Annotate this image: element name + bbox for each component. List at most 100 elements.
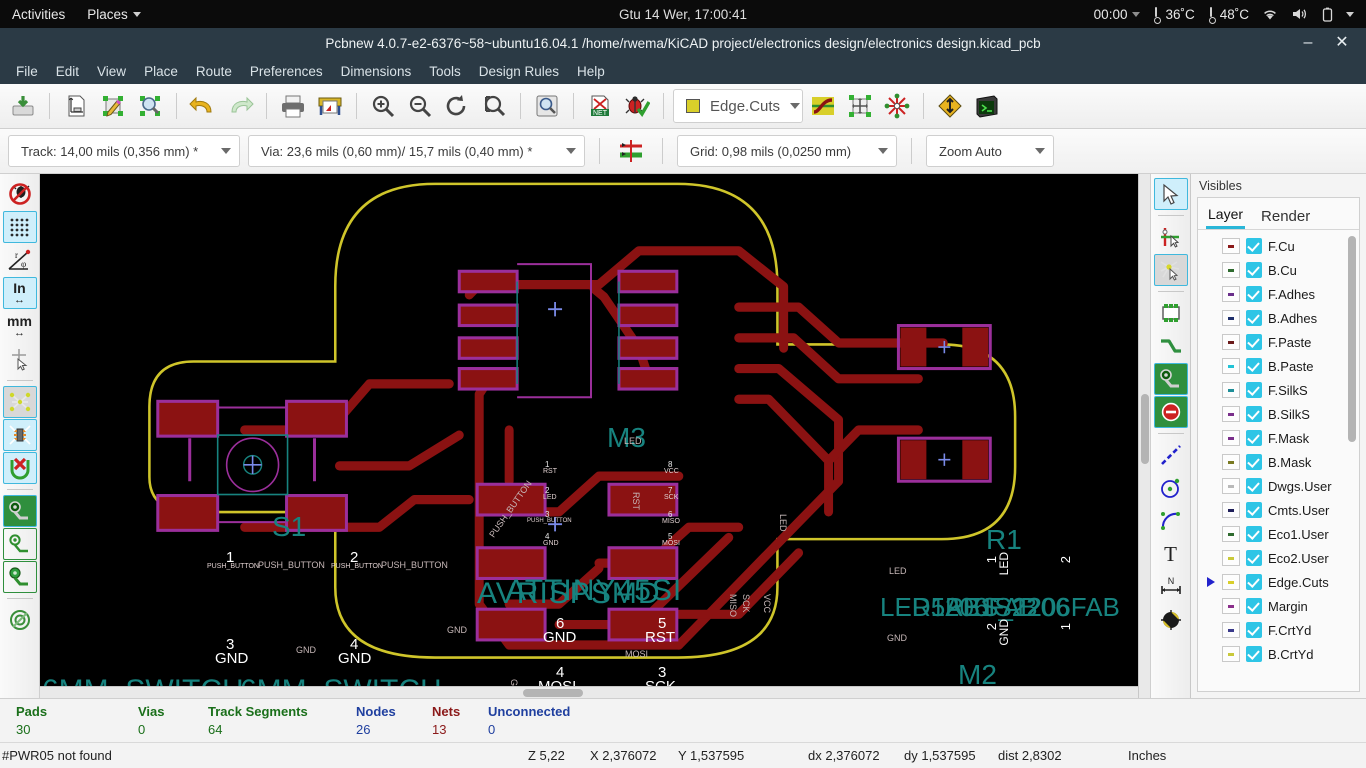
layer-visibility-checkbox[interactable] bbox=[1246, 550, 1262, 566]
layer-visibility-checkbox[interactable] bbox=[1246, 310, 1262, 326]
open-module-viewer-icon[interactable] bbox=[133, 88, 167, 124]
layer-color-chip[interactable] bbox=[1222, 358, 1240, 374]
layer-visibility-checkbox[interactable] bbox=[1246, 358, 1262, 374]
mode-track-icon[interactable] bbox=[843, 88, 877, 124]
tab-layer[interactable]: Layer bbox=[1206, 204, 1245, 229]
module-ratsnest-icon[interactable] bbox=[3, 419, 37, 451]
polar-coords-icon[interactable]: rφ bbox=[3, 244, 37, 276]
places-menu[interactable]: Places bbox=[87, 7, 141, 22]
layer-row-f-cu[interactable]: F.Cu bbox=[1198, 234, 1359, 258]
plot-icon[interactable] bbox=[313, 88, 347, 124]
layer-visibility-checkbox[interactable] bbox=[1246, 598, 1262, 614]
layer-color-chip[interactable] bbox=[1222, 598, 1240, 614]
layer-row-f-mask[interactable]: F.Mask bbox=[1198, 426, 1359, 450]
drc-icon[interactable] bbox=[620, 88, 654, 124]
layer-visibility-checkbox[interactable] bbox=[1246, 526, 1262, 542]
3d-viewer-icon[interactable] bbox=[970, 88, 1004, 124]
highlight-net-icon[interactable] bbox=[1154, 221, 1188, 253]
menu-item-place[interactable]: Place bbox=[135, 61, 187, 82]
highcontrast-icon[interactable] bbox=[933, 88, 967, 124]
layer-row-eco2-user[interactable]: Eco2.User bbox=[1198, 546, 1359, 570]
zoom-select[interactable]: Zoom Auto bbox=[926, 135, 1054, 167]
add-track-icon[interactable] bbox=[1154, 330, 1188, 362]
show-ratsnest-icon[interactable] bbox=[880, 88, 914, 124]
layer-select-combo[interactable]: Edge.Cuts bbox=[673, 89, 803, 123]
grid-select[interactable]: Grid: 0,98 mils (0,0250 mm) bbox=[677, 135, 897, 167]
layer-visibility-checkbox[interactable] bbox=[1246, 238, 1262, 254]
layer-row-margin[interactable]: Margin bbox=[1198, 594, 1359, 618]
layer-color-chip[interactable] bbox=[1222, 478, 1240, 494]
menu-item-route[interactable]: Route bbox=[187, 61, 241, 82]
add-zone-icon[interactable] bbox=[1154, 363, 1188, 395]
vertical-scrollbar[interactable] bbox=[1138, 174, 1150, 698]
add-footprint-icon[interactable] bbox=[1154, 297, 1188, 329]
print-icon[interactable] bbox=[276, 88, 310, 124]
layer-visibility-checkbox[interactable] bbox=[1246, 478, 1262, 494]
page-settings-icon[interactable] bbox=[59, 88, 93, 124]
layer-color-chip[interactable] bbox=[1222, 334, 1240, 350]
menu-item-dimensions[interactable]: Dimensions bbox=[332, 61, 421, 82]
component-r1[interactable] bbox=[898, 326, 990, 369]
layer-row-dwgs-user[interactable]: Dwgs.User bbox=[1198, 474, 1359, 498]
menu-item-view[interactable]: View bbox=[88, 61, 135, 82]
layer-color-chip[interactable] bbox=[1222, 646, 1240, 662]
layer-list[interactable]: F.Cu B.Cu F.Adhes bbox=[1198, 230, 1359, 691]
layer-visibility-checkbox[interactable] bbox=[1246, 502, 1262, 518]
layer-row-b-paste[interactable]: B.Paste bbox=[1198, 354, 1359, 378]
layer-visibility-checkbox[interactable] bbox=[1246, 574, 1262, 590]
layer-visibility-checkbox[interactable] bbox=[1246, 430, 1262, 446]
add-text-icon[interactable]: T bbox=[1154, 538, 1188, 570]
zoom-fit-icon[interactable] bbox=[477, 88, 511, 124]
menu-item-file[interactable]: File bbox=[7, 61, 47, 82]
layer-visibility-checkbox[interactable] bbox=[1246, 622, 1262, 638]
open-module-editor-icon[interactable] bbox=[96, 88, 130, 124]
zoom-redraw-icon[interactable] bbox=[440, 88, 474, 124]
via-size-select[interactable]: Via: 23,6 mils (0,60 mm)/ 15,7 mils (0,4… bbox=[248, 135, 585, 167]
units-mm-icon[interactable]: mm ↔ bbox=[3, 310, 37, 342]
layer-row-f-crtyd[interactable]: F.CrtYd bbox=[1198, 618, 1359, 642]
show-zone-unfilled-icon[interactable] bbox=[3, 561, 37, 593]
layer-list-scrollbar[interactable] bbox=[1348, 236, 1356, 442]
layer-visibility-checkbox[interactable] bbox=[1246, 334, 1262, 350]
layer-color-chip[interactable] bbox=[1222, 310, 1240, 326]
layer-row-eco1-user[interactable]: Eco1.User bbox=[1198, 522, 1359, 546]
horizontal-scroll-thumb[interactable] bbox=[523, 689, 583, 697]
layer-color-chip[interactable] bbox=[1222, 622, 1240, 638]
units-inches-icon[interactable]: In ↔ bbox=[3, 277, 37, 309]
cursor-shape-icon[interactable] bbox=[3, 343, 37, 375]
layer-row-f-paste[interactable]: F.Paste bbox=[1198, 330, 1359, 354]
layer-row-b-adhes[interactable]: B.Adhes bbox=[1198, 306, 1359, 330]
layer-visibility-checkbox[interactable] bbox=[1246, 406, 1262, 422]
save-board-icon[interactable] bbox=[6, 88, 40, 124]
layer-color-chip[interactable] bbox=[1222, 526, 1240, 542]
track-width-select[interactable]: Track: 14,00 mils (0,356 mm) * bbox=[8, 135, 240, 167]
volume-icon[interactable] bbox=[1291, 7, 1309, 21]
vertical-scroll-thumb[interactable] bbox=[1141, 394, 1149, 464]
layer-row-cmts-user[interactable]: Cmts.User bbox=[1198, 498, 1359, 522]
layer-color-chip[interactable] bbox=[1222, 262, 1240, 278]
horizontal-scrollbar[interactable] bbox=[40, 686, 1138, 698]
layer-row-edge-cuts[interactable]: Edge.Cuts bbox=[1198, 570, 1359, 594]
add-line-icon[interactable] bbox=[1154, 439, 1188, 471]
mode-footprint-icon[interactable] bbox=[806, 88, 840, 124]
battery-icon[interactable] bbox=[1322, 7, 1333, 22]
layer-row-f-adhes[interactable]: F.Adhes bbox=[1198, 282, 1359, 306]
undo-icon[interactable] bbox=[186, 88, 220, 124]
add-arc-icon[interactable] bbox=[1154, 505, 1188, 537]
menu-item-preferences[interactable]: Preferences bbox=[241, 61, 332, 82]
redo-icon[interactable] bbox=[223, 88, 257, 124]
layer-row-b-cu[interactable]: B.Cu bbox=[1198, 258, 1359, 282]
layer-color-chip[interactable] bbox=[1222, 574, 1240, 590]
wifi-icon[interactable] bbox=[1262, 7, 1278, 21]
minimize-button[interactable]: – bbox=[1300, 35, 1316, 51]
layer-color-chip[interactable] bbox=[1222, 550, 1240, 566]
layer-visibility-checkbox[interactable] bbox=[1246, 262, 1262, 278]
layer-color-chip[interactable] bbox=[1222, 382, 1240, 398]
autodelete-track-icon[interactable] bbox=[3, 452, 37, 484]
auto-track-width-icon[interactable] bbox=[614, 133, 648, 169]
chevron-down-icon[interactable] bbox=[1346, 12, 1354, 17]
contrast-mode-icon[interactable] bbox=[3, 604, 37, 636]
layer-row-b-silks[interactable]: B.SilkS bbox=[1198, 402, 1359, 426]
layer-color-chip[interactable] bbox=[1222, 238, 1240, 254]
layer-visibility-checkbox[interactable] bbox=[1246, 454, 1262, 470]
